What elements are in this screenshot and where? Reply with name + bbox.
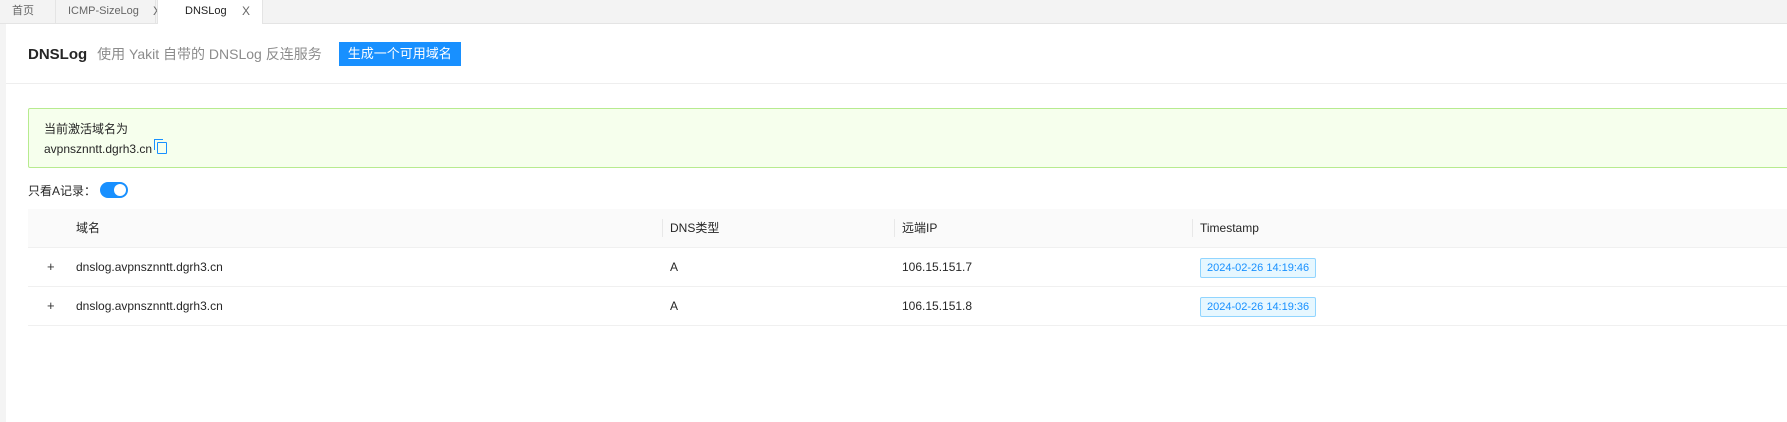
- cell-timestamp: 2024-02-26 14:19:46: [1200, 248, 1317, 286]
- column-header-timestamp: Timestamp: [1200, 221, 1259, 235]
- close-icon[interactable]: X: [242, 0, 250, 22]
- column-separator: [894, 219, 895, 237]
- table-row[interactable]: + dnslog.avpnsznntt.dgrh3.cn A 106.15.15…: [28, 248, 1787, 287]
- cell-dns-type: A: [670, 299, 679, 313]
- page-title: DNSLog: [28, 45, 88, 63]
- cell-domain: dnslog.avpnsznntt.dgrh3.cn: [76, 299, 223, 313]
- tab-icmp-sizelog[interactable]: ICMP-SizeLog X: [56, 0, 161, 23]
- column-separator: [1192, 219, 1193, 237]
- tab-icmp-sizelog-label: ICMP-SizeLog: [68, 5, 139, 17]
- tab-dnslog[interactable]: DNSLog X: [157, 0, 263, 24]
- active-domain-alert: 当前激活域名为 avpnsznntt.dgrh3.cn: [28, 108, 1787, 168]
- tab-bar: 首页 ICMP-SizeLog X DNSLog X: [0, 0, 1787, 24]
- alert-domain-line: avpnsznntt.dgrh3.cn: [44, 139, 168, 156]
- tab-home-label: 首页: [12, 5, 34, 17]
- a-record-filter: 只看A记录：: [28, 180, 129, 200]
- expand-row-icon[interactable]: +: [47, 299, 55, 312]
- column-header-remote-ip: 远端IP: [902, 221, 938, 235]
- alert-label: 当前激活域名为: [44, 122, 129, 136]
- page-header: DNSLog 使用 Yakit 自带的 DNSLog 反连服务 生成一个可用域名: [28, 40, 461, 68]
- cell-remote-ip: 106.15.151.8: [902, 299, 973, 313]
- table-row[interactable]: + dnslog.avpnsznntt.dgrh3.cn A 106.15.15…: [28, 287, 1787, 326]
- copy-icon[interactable]: [154, 139, 168, 154]
- expand-row-icon[interactable]: +: [47, 260, 55, 273]
- header-divider: [6, 83, 1787, 84]
- column-header-dns-type: DNS类型: [670, 221, 720, 235]
- timestamp-tag: 2024-02-26 14:19:36: [1200, 297, 1317, 317]
- toggle-knob: [114, 184, 127, 196]
- cell-dns-type: A: [670, 260, 679, 274]
- tab-dnslog-label: DNSLog: [185, 5, 227, 17]
- tab-home[interactable]: 首页: [0, 0, 56, 23]
- table-header: 域名 DNS类型 远端IP Timestamp: [28, 209, 1787, 248]
- column-header-domain: 域名: [76, 221, 101, 235]
- page-subtitle: 使用 Yakit 自带的 DNSLog 反连服务: [97, 46, 322, 62]
- cell-domain: dnslog.avpnsznntt.dgrh3.cn: [76, 260, 223, 274]
- a-record-toggle[interactable]: [100, 182, 129, 198]
- active-domain: avpnsznntt.dgrh3.cn: [44, 142, 153, 156]
- a-record-filter-label: 只看A记录：: [28, 183, 97, 198]
- column-separator: [662, 219, 663, 237]
- timestamp-tag: 2024-02-26 14:19:46: [1200, 258, 1317, 278]
- generate-domain-button[interactable]: 生成一个可用域名: [338, 42, 461, 66]
- cell-timestamp: 2024-02-26 14:19:36: [1200, 287, 1317, 325]
- dnslog-table: 域名 DNS类型 远端IP Timestamp + dnslog.avpnszn…: [28, 209, 1787, 326]
- cell-remote-ip: 106.15.151.7: [902, 260, 973, 274]
